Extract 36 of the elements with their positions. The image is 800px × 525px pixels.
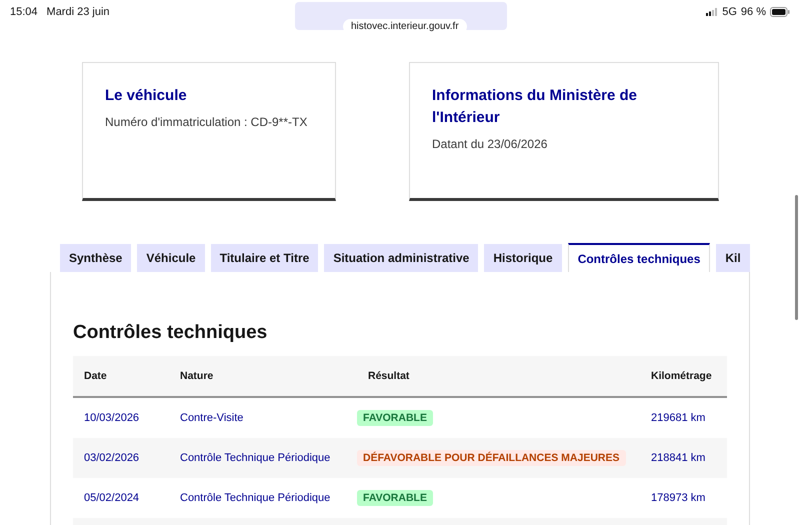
status-date: Mardi 23 juin (46, 6, 110, 18)
section-title: Contrôles techniques (73, 322, 268, 344)
nature-cell-text: Contrôle Technique Périodique (179, 492, 332, 504)
date-cell-text: 05/02/2024 (83, 492, 140, 504)
tab[interactable]: Titulaire et Titre (210, 244, 318, 272)
card-text: Datant du 23/06/2026 (432, 136, 548, 153)
mileage-cell: 218841 km (651, 452, 706, 464)
result-badge: FAVORABLE (357, 490, 433, 506)
nature-cell-text: Contrôle Technique Périodique (179, 452, 332, 464)
tab[interactable]: Kil (716, 244, 750, 272)
network-label: 5G (722, 6, 737, 18)
column-header: Kilométrage (651, 370, 712, 382)
date-cell-text: 03/02/2026 (83, 452, 140, 464)
result-badge: DÉFAVORABLE POUR DÉFAILLANCES MAJEURES (357, 450, 626, 466)
tab[interactable]: Véhicule (137, 244, 205, 272)
column-header: Nature (179, 370, 214, 382)
nature-cell-text: Contre-Visite (179, 412, 244, 424)
card-title: Le véhicule (105, 86, 188, 106)
tab[interactable]: Synthèse (60, 244, 132, 272)
url-pill[interactable]: histovec.interieur.gouv.fr (343, 19, 467, 34)
mileage-cell: 178973 km (651, 492, 706, 504)
status-time: 15:04 (10, 6, 38, 18)
tab[interactable]: Historique (484, 244, 562, 272)
mileage-cell: 219681 km (651, 412, 706, 424)
card-title: Informations du Ministère de l'Intérieur (432, 86, 638, 128)
column-header: Résultat (367, 370, 410, 382)
tab[interactable]: Contrôles techniques (568, 243, 710, 272)
result-badge: FAVORABLE (357, 410, 433, 426)
battery-level: 96 % (740, 6, 766, 18)
battery-icon (770, 7, 790, 17)
card-text: Numéro d'immatriculation : CD-9**-TX (105, 114, 308, 131)
scrollbar[interactable] (795, 195, 798, 320)
tab[interactable]: Situation administrative (324, 244, 478, 272)
column-header: Date (83, 370, 108, 382)
signal-icon (706, 8, 718, 16)
date-cell-text: 10/03/2026 (83, 412, 140, 424)
